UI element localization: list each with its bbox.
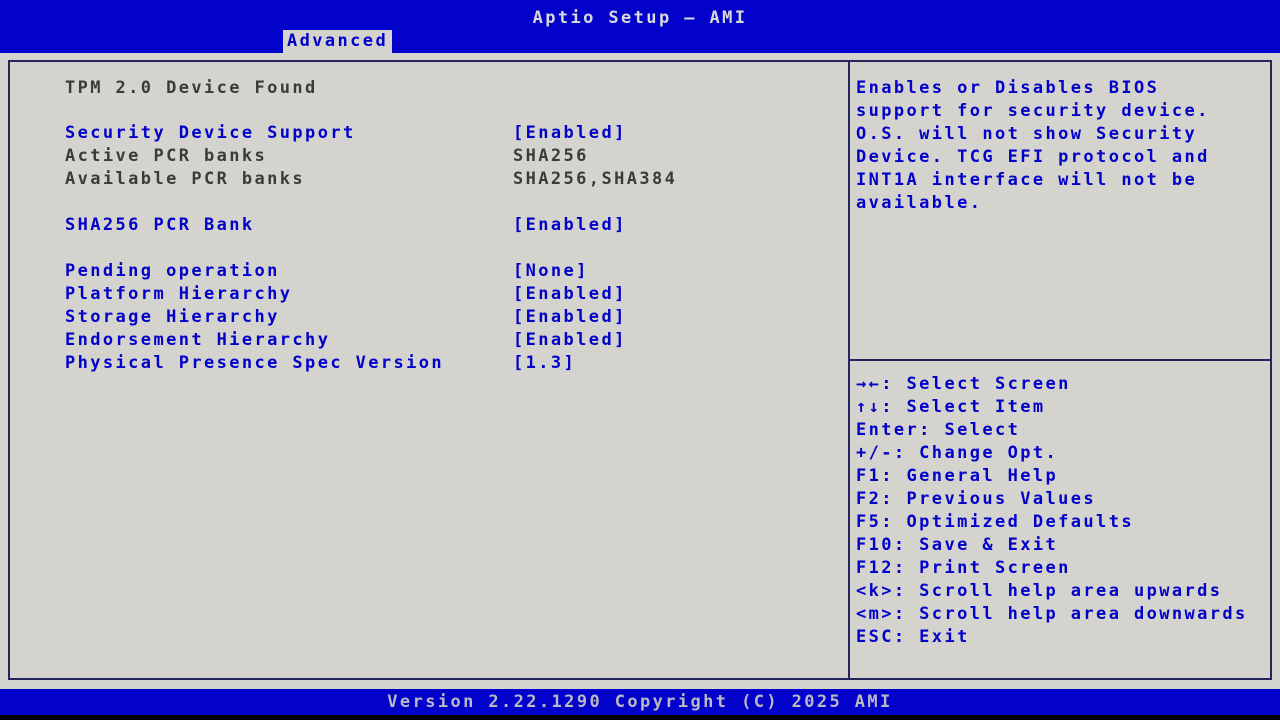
setting-label: Active PCR banks — [65, 146, 268, 166]
setting-row-sha256-pcr-bank[interactable]: SHA256 PCR Bank [Enabled] — [10, 214, 848, 237]
setting-value: SHA256 — [513, 146, 589, 166]
main-area: TPM 2.0 Device Found Security Device Sup… — [0, 53, 1280, 689]
setting-label: Platform Hierarchy — [65, 284, 293, 304]
footer-bar: Version 2.22.1290 Copyright (C) 2025 AMI — [0, 689, 1280, 715]
hotkey-f1-general-help: F1: General Help — [856, 466, 1059, 486]
title-bar: Aptio Setup – AMI Advanced — [0, 0, 1280, 53]
tpm-status-text: TPM 2.0 Device Found — [65, 78, 318, 98]
hotkey-enter-select: Enter: Select — [856, 420, 1021, 440]
row-spacer — [10, 237, 848, 260]
setting-row-security-device-support[interactable]: Security Device Support [Enabled] — [10, 122, 848, 145]
setting-value: [Enabled] — [513, 284, 627, 304]
setting-value: SHA256,SHA384 — [513, 169, 678, 189]
setting-row-endorsement-hierarchy[interactable]: Endorsement Hierarchy [Enabled] — [10, 329, 848, 352]
bios-setup-screen: Aptio Setup – AMI Advanced TPM 2.0 Devic… — [0, 0, 1280, 715]
app-title: Aptio Setup – AMI — [532, 8, 748, 28]
setting-label: SHA256 PCR Bank — [65, 215, 255, 235]
hotkey-f12-print-screen: F12: Print Screen — [856, 558, 1071, 578]
help-divider — [850, 359, 1270, 361]
hotkey-select-screen: →←: Select Screen — [856, 374, 1071, 394]
setting-value: [Enabled] — [513, 330, 627, 350]
setting-label: Security Device Support — [65, 123, 356, 143]
setting-label: Pending operation — [65, 261, 280, 281]
setting-label: Available PCR banks — [65, 169, 306, 189]
setting-label: Endorsement Hierarchy — [65, 330, 331, 350]
setting-value: [Enabled] — [513, 123, 627, 143]
hotkey-f10-save-exit: F10: Save & Exit — [856, 535, 1059, 555]
help-description: Enables or Disables BIOS support for sec… — [856, 78, 1210, 213]
hotkey-legend: →←: Select Screen ↑↓: Select Item Enter: S… — [850, 373, 1270, 649]
setting-value: [None] — [513, 261, 589, 281]
hotkey-m-scroll-down: <m>: Scroll help area downwards — [856, 604, 1248, 624]
help-panel: Enables or Disables BIOS support for sec… — [850, 62, 1270, 678]
version-text: Version 2.22.1290 Copyright (C) 2025 AMI — [387, 692, 893, 712]
hotkey-f2-previous-values: F2: Previous Values — [856, 489, 1097, 509]
setting-label: Physical Presence Spec Version — [65, 353, 445, 373]
hotkey-select-item: ↑↓: Select Item — [856, 397, 1046, 417]
setting-value: [Enabled] — [513, 215, 627, 235]
tab-advanced[interactable]: Advanced — [283, 30, 393, 53]
setting-row-active-pcr-banks: Active PCR banks SHA256 — [10, 145, 848, 168]
hotkey-f5-optimized-defaults: F5: Optimized Defaults — [856, 512, 1134, 532]
setting-label: Storage Hierarchy — [65, 307, 280, 327]
setting-row-storage-hierarchy[interactable]: Storage Hierarchy [Enabled] — [10, 306, 848, 329]
setting-row-available-pcr-banks: Available PCR banks SHA256,SHA384 — [10, 168, 848, 191]
setting-row-platform-hierarchy[interactable]: Platform Hierarchy [Enabled] — [10, 283, 848, 306]
hotkey-esc-exit: ESC: Exit — [856, 627, 970, 647]
hotkey-change-opt: +/-: Change Opt. — [856, 443, 1059, 463]
hotkey-k-scroll-up: <k>: Scroll help area upwards — [856, 581, 1223, 601]
setting-row-physical-presence-spec-version[interactable]: Physical Presence Spec Version [1.3] — [10, 352, 848, 375]
row-spacer — [10, 191, 848, 214]
settings-list: Security Device Support [Enabled] Active P… — [10, 122, 848, 375]
setting-row-pending-operation[interactable]: Pending operation [None] — [10, 260, 848, 283]
setting-value: [Enabled] — [513, 307, 627, 327]
setting-value: [1.3] — [513, 353, 577, 373]
settings-panel: TPM 2.0 Device Found Security Device Sup… — [10, 62, 850, 678]
panels-frame: TPM 2.0 Device Found Security Device Sup… — [8, 60, 1272, 680]
